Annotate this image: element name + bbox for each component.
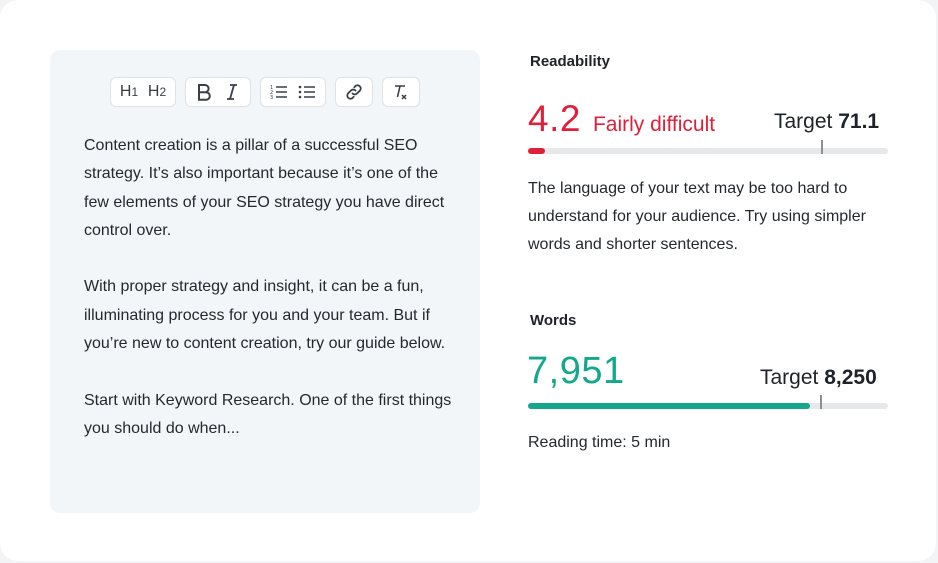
- reading-time: Reading time: 5 min: [528, 434, 671, 451]
- words-target-marker: [820, 395, 822, 409]
- heading-group: H1 H2: [110, 77, 176, 107]
- svg-text:3: 3: [270, 95, 273, 100]
- readability-score: 4.2 Fairly difficult: [528, 98, 715, 140]
- words-bar: [528, 395, 888, 409]
- text-editor[interactable]: H1 H2 123 Content creation is a pillar o…: [50, 50, 480, 513]
- readability-score-label: Fairly difficult: [592, 113, 716, 136]
- words-target: Target 8,250: [760, 366, 877, 390]
- clear-group: [382, 77, 420, 107]
- italic-icon[interactable]: [222, 81, 242, 103]
- readability-description: The language of your text may be too har…: [528, 180, 866, 253]
- paragraph: With proper strategy and insight, it can…: [84, 278, 446, 353]
- readability-target-value: 71.1: [838, 110, 880, 133]
- bold-icon[interactable]: [194, 81, 214, 103]
- bullet-list-icon[interactable]: [297, 81, 317, 103]
- readability-target-marker: [821, 140, 823, 154]
- format-group: [185, 77, 251, 107]
- readability-target: Target 71.1: [774, 110, 879, 134]
- clear-format-icon[interactable]: [391, 81, 411, 103]
- paragraph: Content creation is a pillar of a succes…: [84, 137, 445, 239]
- readability-bar-fill: [528, 148, 545, 154]
- ordered-list-icon[interactable]: 123: [269, 81, 289, 103]
- content-card: H1 H2 123 Content creation is a pillar o…: [0, 0, 936, 561]
- readability-score-value: 4.2: [528, 98, 581, 139]
- paragraph: Start with Keyword Research. One of the …: [84, 391, 452, 437]
- readability-title: Readability: [530, 53, 611, 70]
- heading-1-icon[interactable]: H1: [119, 81, 139, 103]
- words-bar-fill: [528, 403, 810, 409]
- heading-2-icon[interactable]: H2: [147, 81, 167, 103]
- editor-toolbar: H1 H2 123: [50, 77, 480, 107]
- words-target-label: Target: [760, 366, 819, 389]
- readability-target-label: Target: [774, 110, 833, 133]
- editor-content[interactable]: Content creation is a pillar of a succes…: [84, 132, 459, 472]
- words-title: Words: [530, 312, 577, 329]
- words-count: 7,951: [527, 350, 625, 392]
- list-group: 123: [260, 77, 326, 107]
- link-group: [335, 77, 373, 107]
- words-target-value: 8,250: [824, 366, 877, 389]
- link-icon[interactable]: [344, 81, 364, 103]
- readability-bar: [528, 140, 888, 154]
